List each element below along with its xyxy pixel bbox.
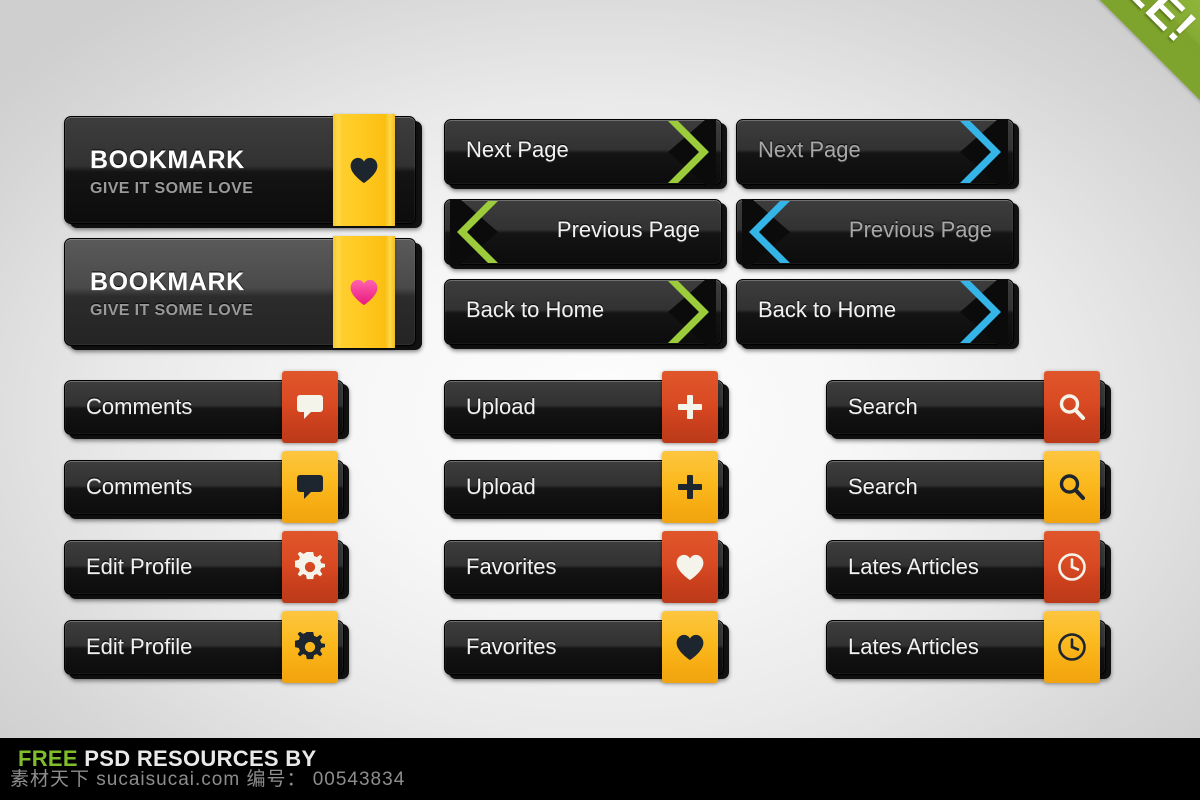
- favorites-button-red[interactable]: Favorites: [444, 531, 729, 603]
- nav-label: Next Page: [758, 137, 861, 162]
- nav-label: Previous Page: [556, 217, 700, 242]
- speech-bubble-icon: [297, 475, 323, 499]
- icon-tab[interactable]: [282, 451, 338, 523]
- search-button-yellow[interactable]: Search: [826, 451, 1111, 523]
- chevron-right-icon: [668, 279, 716, 345]
- bookmark-subtitle: GIVE IT SOME LOVE: [90, 302, 254, 319]
- nav-label: Back to Home: [758, 297, 897, 322]
- lates-articles-button-yellow[interactable]: Lates Articles: [826, 611, 1111, 683]
- icon-tab[interactable]: [1044, 451, 1100, 523]
- search-icon: [1059, 394, 1085, 420]
- icon-button-label: Upload: [466, 394, 536, 419]
- icon-button-label: Edit Profile: [86, 634, 193, 659]
- search-button-red[interactable]: Search: [826, 371, 1111, 443]
- heart-icon: [350, 279, 378, 305]
- icon-tab[interactable]: [1044, 371, 1100, 443]
- icon-button-label: Lates Articles: [848, 634, 979, 659]
- gear-icon: [295, 552, 325, 580]
- clock-icon: [1058, 553, 1086, 581]
- bookmark-subtitle: GIVE IT SOME LOVE: [90, 180, 254, 197]
- plus-icon: [678, 475, 702, 499]
- speech-bubble-icon: [297, 395, 323, 419]
- clock-icon: [1058, 633, 1086, 661]
- icon-tab[interactable]: [1044, 531, 1100, 603]
- icon-button-label: Comments: [86, 394, 193, 419]
- icon-button-label: Search: [848, 394, 918, 419]
- bookmark-title: BOOKMARK: [90, 268, 245, 296]
- chevron-left-icon: [450, 199, 498, 265]
- comments-button-red[interactable]: Comments: [64, 371, 349, 443]
- icon-tab[interactable]: [662, 531, 718, 603]
- screenshot-canvas: FREE! BOOKMARK GIVE IT SOME LOVE BOOKMAR…: [0, 0, 1200, 800]
- nav-label: Next Page: [466, 137, 569, 162]
- next-page-button-green[interactable]: Next Page: [444, 119, 727, 189]
- icon-button-label: Edit Profile: [86, 554, 193, 579]
- icon-tab[interactable]: [282, 611, 338, 683]
- bookmark-ribbon-tab[interactable]: [333, 236, 395, 348]
- icon-button-label: Favorites: [466, 554, 557, 579]
- search-icon: [1059, 474, 1085, 500]
- plus-icon: [678, 395, 702, 419]
- bookmark-ribbon-tab[interactable]: [333, 114, 395, 226]
- next-page-button-blue[interactable]: Next Page: [736, 119, 1019, 189]
- previous-page-button-green[interactable]: Previous Page: [444, 199, 727, 269]
- heart-icon: [676, 554, 704, 580]
- nav-label: Back to Home: [466, 297, 605, 322]
- chevron-right-icon: [960, 119, 1008, 185]
- bookmark-button-dark[interactable]: BOOKMARK GIVE IT SOME LOVE: [64, 114, 422, 228]
- watermark-text: 素材天下 sucaisucai.com 编号： 00543834: [10, 769, 406, 790]
- icon-tab[interactable]: [282, 531, 338, 603]
- previous-page-button-blue[interactable]: Previous Page: [736, 199, 1019, 269]
- icon-button-label: Comments: [86, 474, 193, 499]
- back-to-home-button-green[interactable]: Back to Home: [444, 279, 727, 349]
- icon-tab[interactable]: [662, 451, 718, 523]
- nav-label: Previous Page: [848, 217, 992, 242]
- free-ribbon: FREE!: [983, 0, 1200, 138]
- icon-tab[interactable]: [662, 371, 718, 443]
- gear-icon: [295, 632, 325, 660]
- heart-icon: [676, 634, 704, 660]
- lates-articles-button-red[interactable]: Lates Articles: [826, 531, 1111, 603]
- icon-tab[interactable]: [662, 611, 718, 683]
- icon-button-label: Search: [848, 474, 918, 499]
- edit-profile-button-yellow[interactable]: Edit Profile: [64, 611, 349, 683]
- favorites-button-yellow[interactable]: Favorites: [444, 611, 729, 683]
- bookmark-title: BOOKMARK: [90, 146, 245, 174]
- chevron-left-icon: [742, 199, 790, 265]
- edit-profile-button-red[interactable]: Edit Profile: [64, 531, 349, 603]
- upload-button-red[interactable]: Upload: [444, 371, 729, 443]
- footer-bar: FREE PSD RESOURCES BY 素材天下 sucaisucai.co…: [0, 738, 1200, 800]
- chevron-right-icon: [668, 119, 716, 185]
- comments-button-yellow[interactable]: Comments: [64, 451, 349, 523]
- upload-button-yellow[interactable]: Upload: [444, 451, 729, 523]
- icon-button-label: Favorites: [466, 634, 557, 659]
- back-to-home-button-blue[interactable]: Back to Home: [736, 279, 1019, 349]
- chevron-right-icon: [960, 279, 1008, 345]
- bookmark-button-light[interactable]: BOOKMARK GIVE IT SOME LOVE: [64, 236, 422, 350]
- icon-tab[interactable]: [1044, 611, 1100, 683]
- free-ribbon-label: FREE!: [1068, 0, 1200, 53]
- icon-tab[interactable]: [282, 371, 338, 443]
- icon-button-label: Upload: [466, 474, 536, 499]
- heart-icon: [350, 157, 378, 183]
- icon-button-label: Lates Articles: [848, 554, 979, 579]
